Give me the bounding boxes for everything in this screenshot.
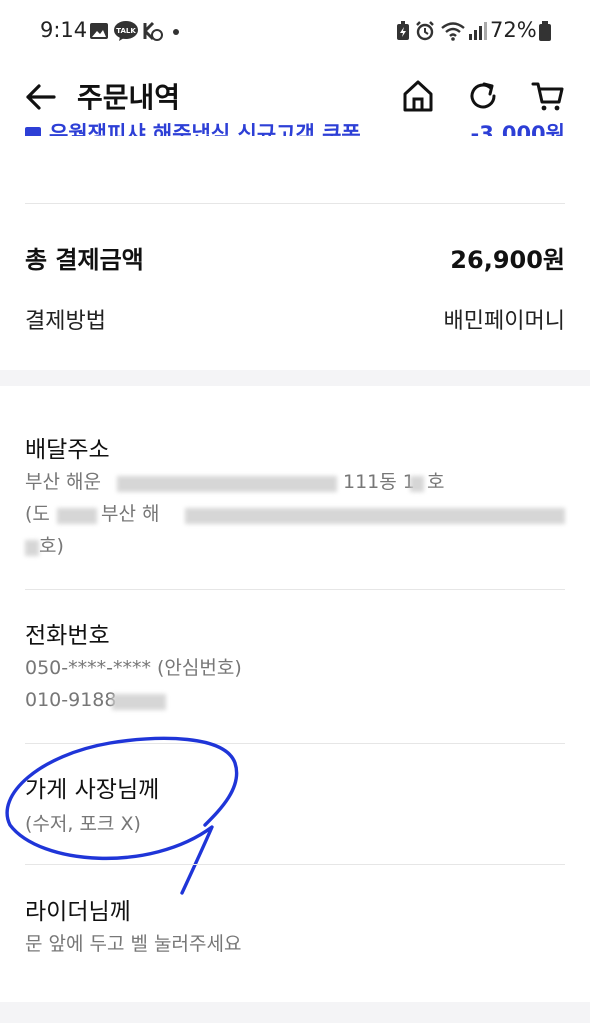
page-title: 주문내역 bbox=[77, 81, 181, 114]
phone-redacted bbox=[112, 694, 166, 710]
section-gap bbox=[0, 1002, 590, 1023]
alarm-icon bbox=[416, 21, 434, 41]
coupon-discount-label: 유월쟁피샤 해준냅심 신규고객 쿠폰 bbox=[25, 114, 361, 136]
rider-request-text: 문 앞에 두고 벨 눌러주세요 bbox=[25, 933, 242, 955]
back-arrow-icon[interactable] bbox=[24, 80, 58, 114]
status-bar: 9:14 TALK 72% bbox=[0, 0, 590, 62]
svg-text:TALK: TALK bbox=[116, 27, 136, 35]
divider bbox=[25, 203, 565, 204]
gallery-icon bbox=[90, 23, 108, 39]
rider-request-title: 라이더님께 bbox=[25, 899, 131, 925]
address-title: 배달주소 bbox=[25, 437, 110, 463]
total-payment-label: 총 결제금액 bbox=[25, 246, 144, 274]
safe-phone-number: 050-****-**** (안심번호) bbox=[25, 657, 242, 679]
address-line1-tail: 호 bbox=[427, 471, 445, 493]
address-line3: 호) bbox=[39, 535, 64, 557]
battery-saver-icon bbox=[397, 21, 409, 40]
total-payment-value: 26,900원 bbox=[450, 246, 565, 274]
signal-icon bbox=[469, 22, 487, 40]
battery-icon bbox=[539, 21, 551, 41]
payment-method-label: 결제방법 bbox=[25, 309, 106, 334]
status-time: 9:14 bbox=[40, 18, 88, 42]
battery-percentage: 72% bbox=[490, 18, 537, 42]
address-redacted bbox=[185, 508, 565, 524]
more-notifications-dot bbox=[173, 29, 179, 35]
refresh-icon[interactable] bbox=[465, 78, 501, 114]
address-redacted bbox=[410, 476, 424, 492]
phone-number: 010-9188 bbox=[25, 689, 117, 711]
cart-icon[interactable] bbox=[530, 78, 566, 114]
address-line1-end: 111동 1 bbox=[343, 471, 415, 493]
coupon-label-text: 유월쟁피샤 해준냅심 신규고객 쿠폰 bbox=[49, 122, 361, 136]
kakaotalk-icon: TALK bbox=[114, 21, 138, 41]
divider bbox=[25, 589, 565, 590]
address-line1-start: 부산 해운 bbox=[25, 471, 101, 493]
hand-drawn-circle-annotation bbox=[5, 736, 239, 895]
wifi-icon bbox=[441, 22, 465, 41]
section-gap bbox=[0, 370, 590, 386]
address-text: 부산 해운 111동 1 호 (도 부산 해 호) bbox=[25, 466, 565, 566]
address-line2-start: (도 bbox=[25, 503, 50, 525]
address-line2-b: 부산 해 bbox=[101, 503, 160, 525]
payment-method-value: 배민페이머니 bbox=[443, 309, 565, 334]
notification-k-icon bbox=[143, 21, 163, 41]
address-redacted bbox=[57, 508, 97, 524]
coupon-discount-value: -3,000원 bbox=[470, 122, 565, 136]
divider bbox=[25, 864, 565, 865]
address-redacted bbox=[25, 540, 39, 556]
phone-title: 전화번호 bbox=[25, 623, 110, 649]
home-icon[interactable] bbox=[400, 78, 436, 114]
address-redacted bbox=[117, 476, 337, 492]
coupon-check-icon bbox=[25, 127, 41, 136]
